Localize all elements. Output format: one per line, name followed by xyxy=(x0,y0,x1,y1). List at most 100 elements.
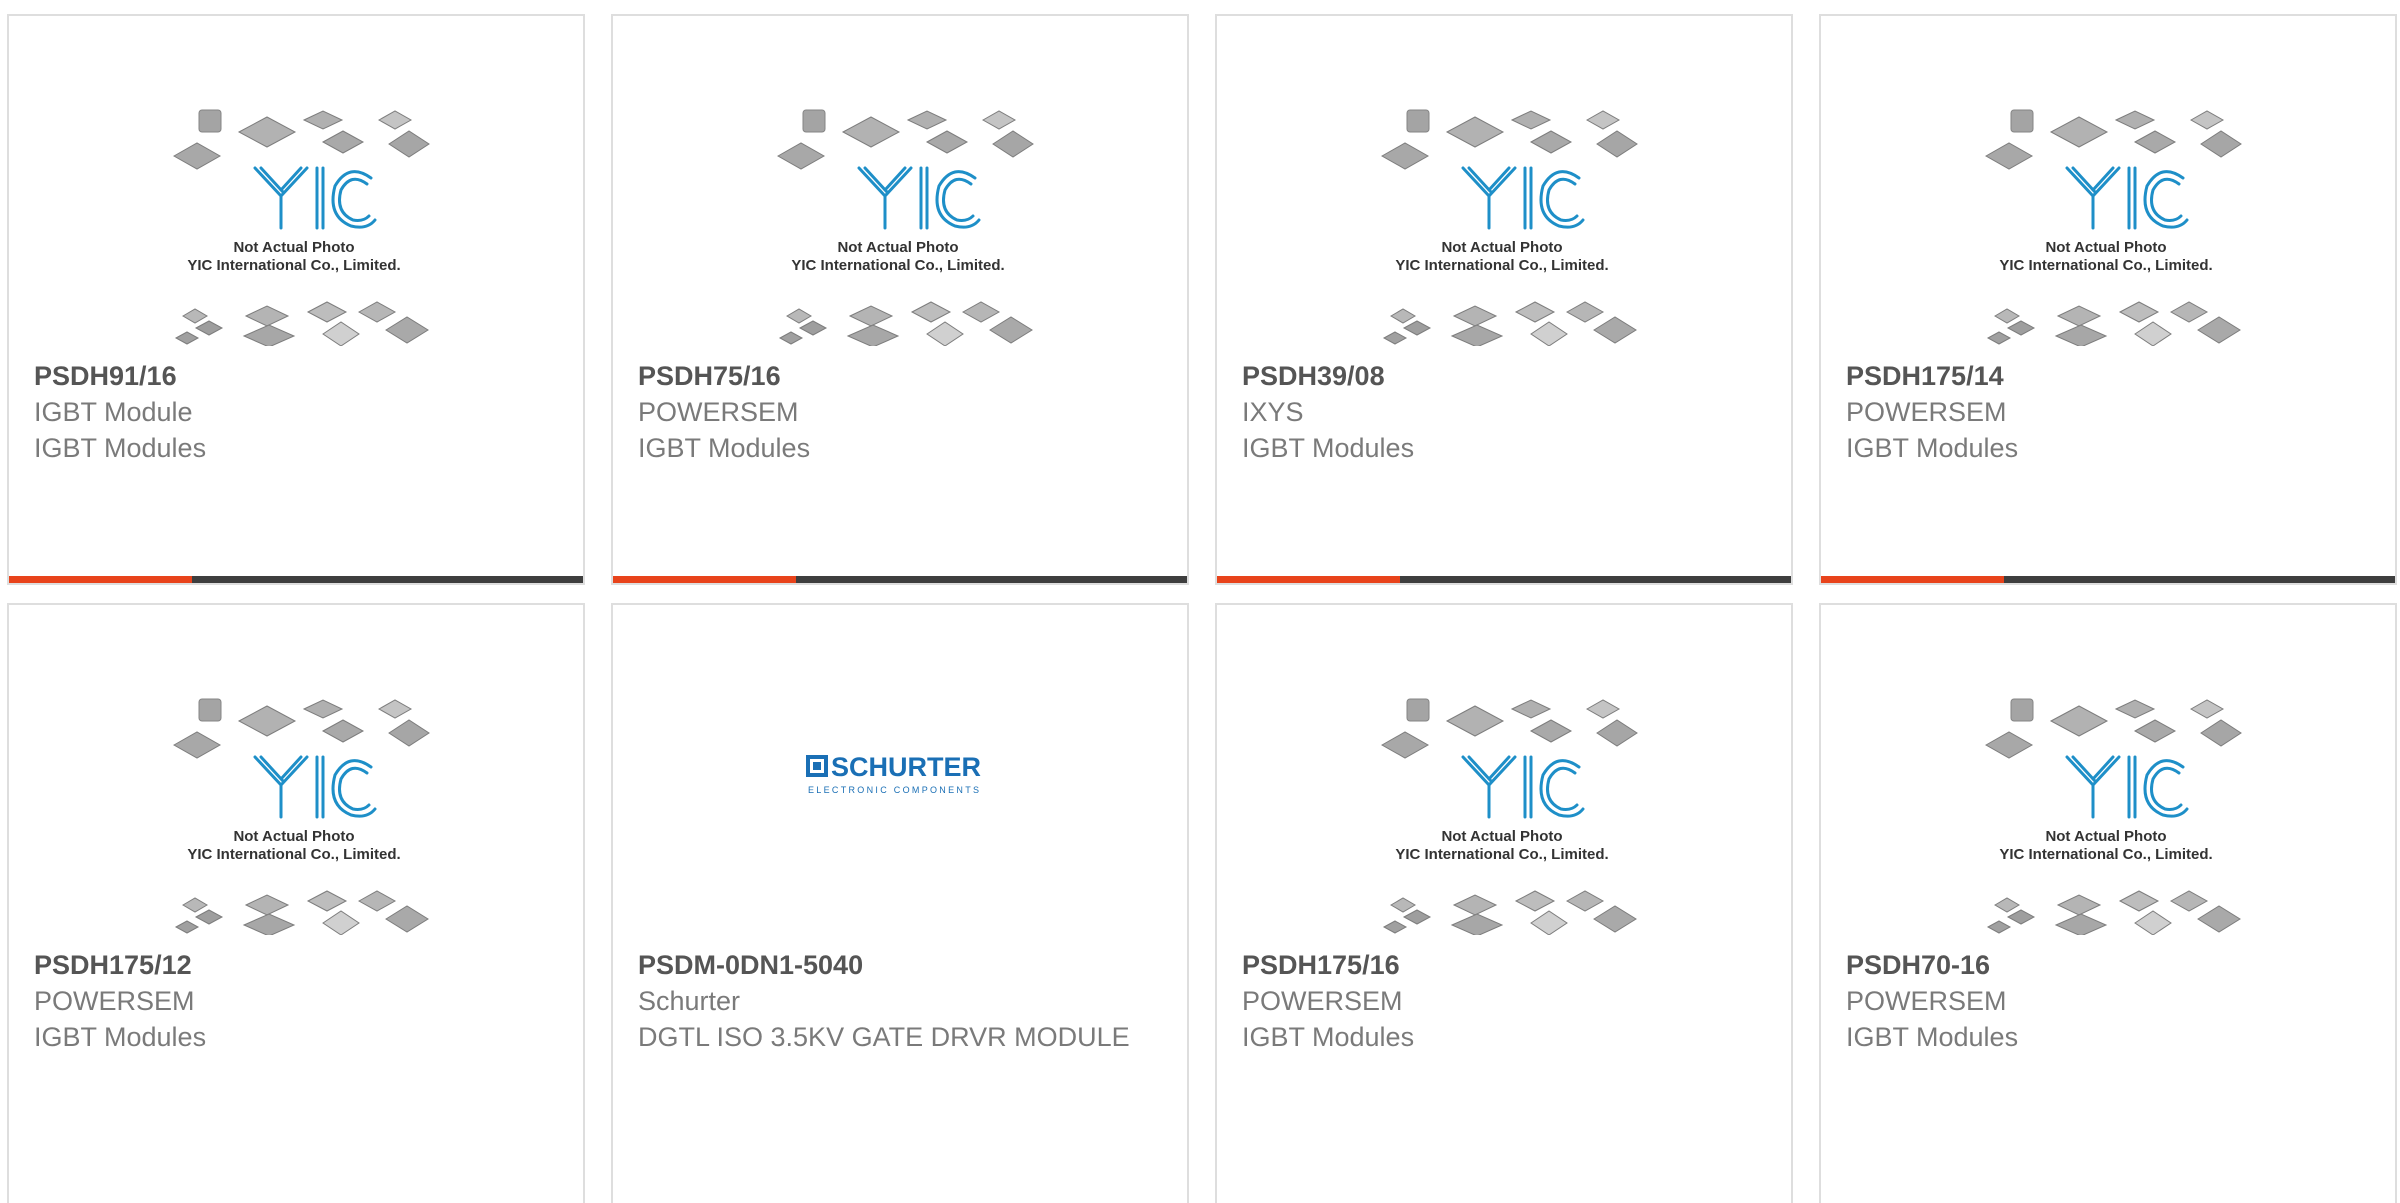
product-info: PSDH70-16 POWERSEM IGBT Modules xyxy=(1846,947,2375,1055)
placeholder-caption: Not Actual Photo xyxy=(2045,239,2166,256)
chip-icon xyxy=(302,699,344,719)
product-image[interactable]: SCHURTER ELECTRONIC COMPONENTS xyxy=(613,605,1187,935)
chip-icon xyxy=(174,920,200,934)
part-number-link[interactable]: PSDH175/16 xyxy=(1242,947,1771,983)
chip-icon xyxy=(989,316,1033,344)
chip-icon xyxy=(1510,110,1552,130)
product-image[interactable]: Not Actual Photo YIC International Co., L… xyxy=(9,16,583,346)
yic-placeholder-art: Not Actual PhotoYIC International Co., L… xyxy=(776,109,1034,346)
chip-icon xyxy=(194,909,224,925)
product-info: PSDH175/14 POWERSEM IGBT Modules xyxy=(1846,358,2375,466)
chip-icon xyxy=(2056,894,2102,916)
chip-icon xyxy=(2197,905,2241,933)
chip-icon xyxy=(2054,324,2108,346)
chip-icon xyxy=(237,705,297,737)
yic-placeholder-art: Not Actual PhotoYIC International Co., L… xyxy=(172,698,430,935)
chip-icon xyxy=(242,324,296,346)
placeholder-company: YIC International Co., Limited. xyxy=(187,846,400,863)
chip-icon xyxy=(385,316,429,344)
part-number-link[interactable]: PSDH91/16 xyxy=(34,358,563,394)
chip-icon xyxy=(1450,913,1504,935)
chip-icon xyxy=(1530,910,1568,935)
manufacturer-label: POWERSEM xyxy=(1846,397,2007,427)
chip-icon xyxy=(778,331,804,345)
chip-icon xyxy=(1529,719,1573,743)
chip-icon xyxy=(237,116,297,148)
manufacturer-label: POWERSEM xyxy=(1846,986,2007,1016)
chip-icon xyxy=(2189,110,2225,130)
yic-placeholder-art: Not Actual PhotoYIC International Co., L… xyxy=(1984,698,2242,935)
chip-icon xyxy=(1986,920,2012,934)
yic-logo-icon xyxy=(2065,166,2189,230)
chip-icon xyxy=(2006,320,2036,336)
chip-icon xyxy=(244,305,290,327)
chip-icon xyxy=(1382,920,1408,934)
chip-icon xyxy=(1994,308,2020,324)
chip-icon xyxy=(1994,897,2020,913)
manufacturer-label: POWERSEM xyxy=(1242,986,1403,1016)
part-number-link[interactable]: PSDH70-16 xyxy=(1846,947,2375,983)
placeholder-company: YIC International Co., Limited. xyxy=(1999,257,2212,274)
chip-icon xyxy=(802,109,826,133)
product-card[interactable]: SCHURTER ELECTRONIC COMPONENTS PSDM-0DN1-… xyxy=(611,603,1189,1203)
yic-placeholder-art: Not Actual PhotoYIC International Co., L… xyxy=(172,109,430,346)
product-card[interactable]: Not Actual Photo YIC International Co., L… xyxy=(7,603,585,1203)
chip-icon xyxy=(2118,890,2160,912)
chip-icon xyxy=(906,110,948,130)
category-label: IGBT Modules xyxy=(34,433,207,463)
part-number-link[interactable]: PSDH175/12 xyxy=(34,947,563,983)
chip-icon xyxy=(925,130,969,154)
manufacturer-label: POWERSEM xyxy=(34,986,195,1016)
chip-icon xyxy=(321,719,365,743)
product-image[interactable]: Not Actual Photo YIC International Co., L… xyxy=(1217,16,1791,346)
part-number-link[interactable]: PSDH39/08 xyxy=(1242,358,1771,394)
product-image[interactable]: Not Actual Photo YIC International Co., L… xyxy=(613,16,1187,346)
product-image[interactable]: Not Actual Photo YIC International Co., L… xyxy=(1821,605,2395,935)
chip-icon xyxy=(306,890,348,912)
part-number-link[interactable]: PSDH75/16 xyxy=(638,358,1167,394)
product-card[interactable]: Not Actual Photo YIC International Co., L… xyxy=(1215,603,1793,1203)
chip-icon xyxy=(1984,731,2034,759)
product-image[interactable]: Not Actual Photo YIC International Co., L… xyxy=(1821,16,2395,346)
category-label: IGBT Modules xyxy=(1242,1022,1415,1052)
chip-icon xyxy=(1452,894,1498,916)
chip-icon xyxy=(2054,913,2108,935)
placeholder-company: YIC International Co., Limited. xyxy=(1999,846,2212,863)
yic-placeholder-art: Not Actual PhotoYIC International Co., L… xyxy=(1984,109,2242,346)
product-info: PSDH39/08 IXYS IGBT Modules xyxy=(1242,358,1771,466)
part-number-link[interactable]: PSDM-0DN1-5040 xyxy=(638,947,1167,983)
yic-placeholder-art: Not Actual PhotoYIC International Co., L… xyxy=(1380,109,1638,346)
placeholder-company: YIC International Co., Limited. xyxy=(1395,846,1608,863)
chip-icon xyxy=(1585,110,1621,130)
chip-icon xyxy=(798,320,828,336)
chip-icon xyxy=(388,130,430,158)
card-accent-bar xyxy=(9,576,583,583)
chip-icon xyxy=(910,301,952,323)
chip-icon xyxy=(1514,301,1556,323)
product-card[interactable]: Not Actual Photo YIC International Co., L… xyxy=(1819,14,2397,585)
product-image[interactable]: Not Actual Photo YIC International Co., L… xyxy=(9,605,583,935)
product-card[interactable]: Not Actual Photo YIC International Co., L… xyxy=(1819,603,2397,1203)
chip-icon xyxy=(1380,731,1430,759)
product-info: PSDM-0DN1-5040 Schurter DGTL ISO 3.5KV G… xyxy=(638,947,1167,1055)
chip-icon xyxy=(1390,897,1416,913)
product-card[interactable]: Not Actual Photo YIC International Co., L… xyxy=(1215,14,1793,585)
chip-icon xyxy=(322,321,360,346)
schurter-logo-icon: SCHURTER ELECTRONIC COMPONENTS xyxy=(806,752,981,795)
placeholder-company: YIC International Co., Limited. xyxy=(1395,257,1608,274)
chip-icon xyxy=(846,324,900,346)
chip-icon xyxy=(198,109,222,133)
product-info: PSDH175/16 POWERSEM IGBT Modules xyxy=(1242,947,1771,1055)
product-card[interactable]: Not Actual Photo YIC International Co., L… xyxy=(611,14,1189,585)
chip-icon xyxy=(2114,699,2156,719)
chip-icon xyxy=(1529,130,1573,154)
chip-icon xyxy=(1565,301,1605,323)
product-image[interactable]: Not Actual Photo YIC International Co., L… xyxy=(1217,605,1791,935)
chip-icon xyxy=(926,321,964,346)
manufacturer-label: IXYS xyxy=(1242,397,1304,427)
chip-icon xyxy=(1402,909,1432,925)
part-number-link[interactable]: PSDH175/14 xyxy=(1846,358,2375,394)
category-label: IGBT Modules xyxy=(34,1022,207,1052)
product-card[interactable]: Not Actual Photo YIC International Co., L… xyxy=(7,14,585,585)
chip-icon xyxy=(1510,699,1552,719)
